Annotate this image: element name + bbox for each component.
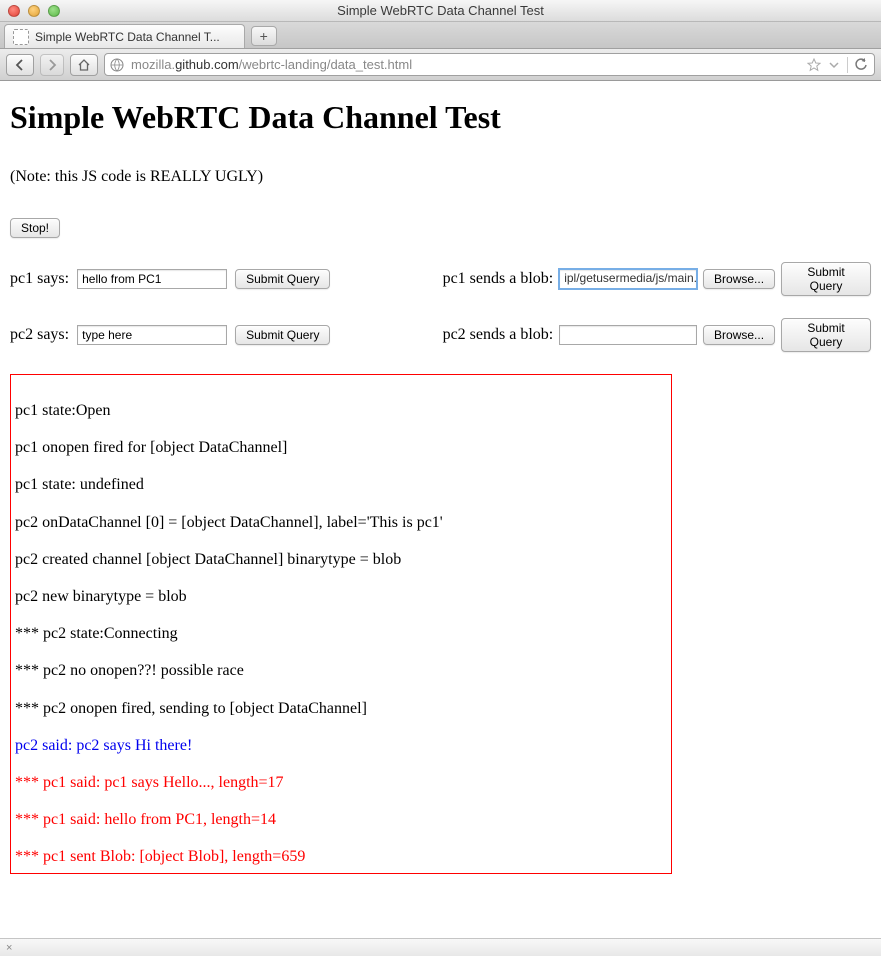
window-titlebar: Simple WebRTC Data Channel Test: [0, 0, 881, 22]
form-row-1: pc1 says: Submit Query pc1 sends a blob: ip…: [10, 262, 871, 296]
says-submit-button[interactable]: Submit Query: [235, 325, 330, 345]
window-title: Simple WebRTC Data Channel Test: [0, 3, 881, 18]
status-bar: ×: [0, 938, 881, 956]
says-input[interactable]: [77, 325, 227, 345]
blob-cell: pc1 sends a blob: ipl/getusermedia/js/mai…: [443, 262, 871, 296]
says-input[interactable]: [77, 269, 227, 289]
log-line: *** pc2 no onopen??! possible race: [15, 661, 667, 680]
log-line: *** pc1 sent Blob: [object Blob], length…: [15, 847, 667, 866]
reload-icon[interactable]: [854, 58, 868, 72]
urlbar-right: [807, 57, 870, 73]
log-line: *** pc2 state:Connecting: [15, 624, 667, 643]
log-line: *** pc2 onopen fired, sending to [object…: [15, 699, 667, 718]
page-heading: Simple WebRTC Data Channel Test: [10, 99, 871, 136]
plus-icon: +: [260, 28, 268, 44]
file-path-input[interactable]: [559, 325, 697, 345]
separator: [847, 57, 848, 73]
back-arrow-icon: [14, 59, 26, 71]
says-cell: pc1 says: Submit Query: [10, 269, 435, 289]
browse-button[interactable]: Browse...: [703, 269, 775, 289]
page-content: Simple WebRTC Data Channel Test (Note: t…: [0, 81, 881, 884]
log-line: pc1 state: undefined: [15, 475, 667, 494]
log-line: pc1 state:Open: [15, 401, 667, 420]
url-text: mozilla.github.com/webrtc-landing/data_t…: [131, 57, 807, 72]
browser-tab[interactable]: Simple WebRTC Data Channel T...: [4, 24, 245, 48]
traffic-lights: [0, 5, 60, 17]
stop-button[interactable]: Stop!: [10, 218, 60, 238]
home-icon: [77, 58, 91, 72]
url-bar[interactable]: mozilla.github.com/webrtc-landing/data_t…: [104, 53, 875, 76]
form-row-2: pc2 says: Submit Query pc2 sends a blob: Br…: [10, 318, 871, 352]
forward-button[interactable]: [40, 54, 64, 76]
blob-submit-button[interactable]: Submit Query: [781, 262, 871, 296]
blob-cell: pc2 sends a blob: Browse... Submit Query: [443, 318, 871, 352]
navigation-toolbar: mozilla.github.com/webrtc-landing/data_t…: [0, 49, 881, 81]
tab-favicon-icon: [13, 29, 29, 45]
dropdown-icon[interactable]: [827, 58, 841, 72]
file-path-input[interactable]: ipl/getusermedia/js/main.js: [559, 269, 697, 289]
new-tab-button[interactable]: +: [251, 26, 277, 46]
log-line: *** pc1 said: pc1 says Hello..., length=…: [15, 773, 667, 792]
blob-label: pc2 sends a blob:: [443, 326, 554, 344]
log-line: pc2 new binarytype = blob: [15, 587, 667, 606]
tab-strip: Simple WebRTC Data Channel T... +: [0, 22, 881, 49]
browse-button[interactable]: Browse...: [703, 325, 775, 345]
note-text: (Note: this JS code is REALLY UGLY): [10, 168, 871, 186]
tab-title: Simple WebRTC Data Channel T...: [35, 30, 220, 44]
says-cell: pc2 says: Submit Query: [10, 325, 435, 345]
statusbar-close-icon[interactable]: ×: [6, 942, 12, 954]
window-close-button[interactable]: [8, 5, 20, 17]
bookmark-star-icon[interactable]: [807, 58, 821, 72]
blob-submit-button[interactable]: Submit Query: [781, 318, 871, 352]
says-label: pc2 says:: [10, 326, 69, 344]
forward-arrow-icon: [46, 59, 58, 71]
back-button[interactable]: [6, 54, 34, 76]
home-button[interactable]: [70, 54, 98, 76]
says-label: pc1 says:: [10, 270, 69, 288]
window-zoom-button[interactable]: [48, 5, 60, 17]
log-line: *** pc1 said: hello from PC1, length=14: [15, 810, 667, 829]
log-line: pc2 onDataChannel [0] = [object DataChan…: [15, 513, 667, 532]
globe-icon: [109, 57, 125, 73]
blob-label: pc1 sends a blob:: [443, 270, 554, 288]
log-line: pc2 said: pc2 says Hi there!: [15, 736, 667, 755]
log-line: pc2 created channel [object DataChannel]…: [15, 550, 667, 569]
window-minimize-button[interactable]: [28, 5, 40, 17]
log-output[interactable]: pc1 state:Open pc1 onopen fired for [obje…: [10, 374, 672, 874]
says-submit-button[interactable]: Submit Query: [235, 269, 330, 289]
log-line: pc1 onopen fired for [object DataChannel…: [15, 438, 667, 457]
